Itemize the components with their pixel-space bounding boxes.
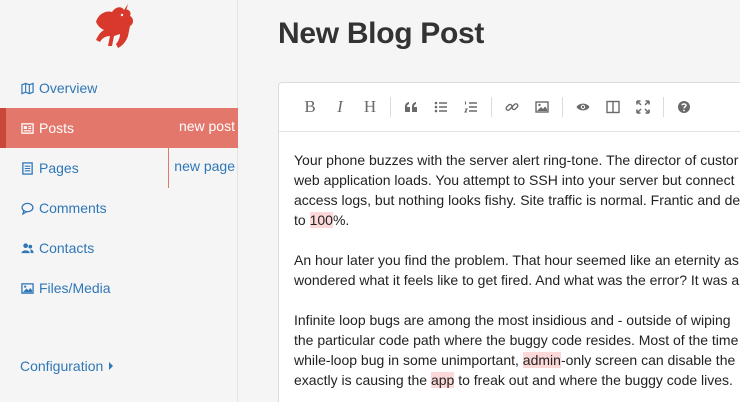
configuration-label: Configuration xyxy=(20,358,104,374)
highlighted-token: 100 xyxy=(309,212,333,228)
highlighted-token: app xyxy=(430,372,455,388)
preview-eye-icon xyxy=(576,103,590,111)
image-button[interactable] xyxy=(527,93,557,121)
toolbar-divider xyxy=(390,97,391,117)
fullscreen-button[interactable] xyxy=(628,93,658,121)
sidebar-item-overview[interactable]: Overview xyxy=(0,68,238,108)
main-content: New Blog Post B I H Your phone buzzes wi… xyxy=(238,0,740,402)
side-by-side-icon xyxy=(606,100,620,114)
bullet-list-button[interactable] xyxy=(426,93,456,121)
image-icon xyxy=(20,281,34,295)
quote-icon xyxy=(405,102,417,112)
toolbar-divider xyxy=(663,97,664,117)
sidebar-item-posts[interactable]: Posts new post xyxy=(0,108,238,148)
sidebar-item-label: Overview xyxy=(39,80,98,96)
link-button[interactable] xyxy=(497,93,527,121)
help-icon xyxy=(678,101,690,113)
numbered-list-button[interactable] xyxy=(456,93,486,121)
sidebar-item-label: Comments xyxy=(39,200,107,216)
sidebar: Overview Posts new post Pages new page C… xyxy=(0,0,238,402)
caret-right-icon xyxy=(109,362,114,370)
configuration-menu[interactable]: Configuration xyxy=(20,358,114,374)
paragraph-2: An hour later you find the problem. That… xyxy=(294,252,740,288)
sidebar-item-pages[interactable]: Pages new page xyxy=(0,148,238,188)
toolbar-divider xyxy=(562,97,563,117)
quote-button[interactable] xyxy=(396,93,426,121)
map-icon xyxy=(20,81,34,95)
toolbar-divider xyxy=(491,97,492,117)
new-page-link[interactable]: new page xyxy=(168,148,235,188)
sidebar-item-comments[interactable]: Comments xyxy=(0,188,238,228)
markdown-editor[interactable]: B I H Your phone buzzes with the server … xyxy=(278,82,740,402)
editor-toolbar: B I H xyxy=(279,83,740,132)
users-icon xyxy=(20,241,34,255)
side-by-side-button[interactable] xyxy=(598,93,628,121)
link-icon xyxy=(505,103,519,111)
page-title: New Blog Post xyxy=(278,17,485,50)
image-icon xyxy=(535,101,549,113)
editor-content[interactable]: Your phone buzzes with the server alert … xyxy=(294,150,740,402)
paragraph-1: Your phone buzzes with the server alert … xyxy=(294,152,740,228)
sidebar-item-files-media[interactable]: Files/Media xyxy=(0,268,238,308)
newspaper-icon xyxy=(20,121,34,135)
bullet-list-icon xyxy=(434,101,447,113)
sidebar-nav: Overview Posts new post Pages new page C… xyxy=(0,68,238,308)
new-post-link[interactable]: new post xyxy=(179,118,235,134)
sidebar-item-contacts[interactable]: Contacts xyxy=(0,228,238,268)
paragraph-3: Infinite loop bugs are among the most in… xyxy=(294,312,739,388)
highlighted-token: admin xyxy=(522,352,561,368)
comment-icon xyxy=(20,201,34,215)
bold-button[interactable]: B xyxy=(295,93,325,121)
help-button[interactable] xyxy=(669,93,699,121)
preview-button[interactable] xyxy=(568,93,598,121)
file-text-icon xyxy=(20,161,34,175)
sidebar-item-label: Contacts xyxy=(39,240,95,256)
sidebar-item-label: Files/Media xyxy=(39,280,111,296)
sidebar-item-label: Pages xyxy=(39,160,79,176)
numbered-list-icon xyxy=(464,101,477,113)
heading-button[interactable]: H xyxy=(355,93,385,121)
sidebar-item-label: Posts xyxy=(39,120,75,136)
red-horse-logo[interactable] xyxy=(88,2,140,54)
fullscreen-icon xyxy=(636,100,650,114)
italic-button[interactable]: I xyxy=(325,93,355,121)
